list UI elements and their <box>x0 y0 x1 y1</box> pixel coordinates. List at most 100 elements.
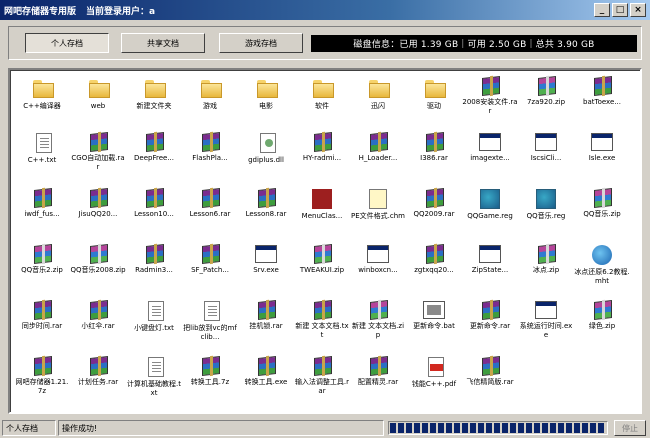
minimize-button[interactable]: _ <box>594 3 610 17</box>
file-item[interactable]: Lesson6.rar <box>182 187 238 243</box>
file-item[interactable]: 新建文件夹 <box>126 75 182 131</box>
file-item[interactable]: 新建 文本文档.zip <box>350 299 406 355</box>
file-item[interactable]: 冰点.zip <box>518 243 574 299</box>
file-item[interactable]: 驱动 <box>406 75 462 131</box>
file-item[interactable]: SF_Patch... <box>182 243 238 299</box>
zip-icon <box>314 244 332 264</box>
file-item[interactable]: C++编译器 <box>14 75 70 131</box>
file-item[interactable]: 冰点还原6.2教程.mht <box>574 243 630 299</box>
file-item[interactable]: QQ音乐2008.zip <box>70 243 126 299</box>
title-bar[interactable]: 网吧存储器专用版 当前登录用户：a _ □ × <box>0 0 650 20</box>
file-item[interactable]: FlashPla... <box>182 131 238 187</box>
file-item[interactable]: 钱能C++.pdf <box>406 355 462 411</box>
file-item[interactable]: 软件 <box>294 75 350 131</box>
file-item[interactable]: web <box>70 75 126 131</box>
login-label: 当前登录用户：a <box>86 6 156 17</box>
file-item[interactable]: Lesson8.rar <box>238 187 294 243</box>
file-item[interactable]: C++.txt <box>14 131 70 187</box>
file-name: QQ音乐2.zip <box>21 266 63 274</box>
file-item[interactable]: 挂机锁.rar <box>238 299 294 355</box>
file-item[interactable]: QQ音乐.zip <box>574 187 630 243</box>
progress-bar <box>388 421 608 435</box>
file-item[interactable]: QQ音乐2.zip <box>14 243 70 299</box>
file-name: 计算机基础教程.txt <box>127 380 181 397</box>
file-item[interactable]: QQ音乐.reg <box>518 187 574 243</box>
window-controls: _ □ × <box>594 3 646 17</box>
file-item[interactable]: 游戏 <box>182 75 238 131</box>
file-item[interactable]: 飞信精简版.rar <box>462 355 518 411</box>
file-item[interactable]: 输入法调整工具.rar <box>294 355 350 411</box>
file-name: FlashPla... <box>192 154 228 162</box>
file-item[interactable]: H_Loader... <box>350 131 406 187</box>
stop-button[interactable]: 停止 <box>614 420 646 436</box>
rar-icon <box>258 356 276 376</box>
file-list[interactable]: C++编译器 web 新建文件夹 游戏 电影 软件 迅闪 驱动 2008安装文件.rar 7za9… <box>8 68 642 414</box>
file-item[interactable]: ZipState... <box>462 243 518 299</box>
file-name: QQ音乐2008.zip <box>70 266 126 274</box>
file-item[interactable]: winboxcn... <box>350 243 406 299</box>
file-item[interactable]: 迅闪 <box>350 75 406 131</box>
folder-icon <box>87 77 110 99</box>
file-item[interactable]: 转换工具.exe <box>238 355 294 411</box>
file-name: imagexte... <box>470 154 510 162</box>
file-item[interactable]: 转换工具.7z <box>182 355 238 411</box>
file-item[interactable]: Radmin3... <box>126 243 182 299</box>
file-item[interactable]: CGO自动加载.rar <box>70 131 126 187</box>
progress-segment <box>518 423 524 433</box>
tab-shared[interactable]: 共享文档 <box>121 33 205 53</box>
txt-icon <box>147 301 164 321</box>
file-item[interactable]: 更新命令.rar <box>462 299 518 355</box>
file-item[interactable]: 新建 文本文档.txt <box>294 299 350 355</box>
file-item[interactable]: 电影 <box>238 75 294 131</box>
file-name: 转换工具.7z <box>190 378 230 386</box>
file-item[interactable]: batToexe... <box>574 75 630 131</box>
tab-game-saves[interactable]: 游戏存档 <box>219 33 303 53</box>
file-name: 同步时间.rar <box>21 322 63 330</box>
file-name: 系统运行时间.exe <box>519 322 573 339</box>
txt-icon <box>35 133 52 153</box>
file-item[interactable]: 系统运行时间.exe <box>518 299 574 355</box>
file-item[interactable]: Isle.exe <box>574 131 630 187</box>
file-name: 电影 <box>259 102 273 110</box>
rar-icon <box>202 356 220 376</box>
zip-icon <box>594 188 612 208</box>
maximize-button[interactable]: □ <box>612 3 628 17</box>
rar-icon <box>202 188 220 208</box>
file-name: IscsiCli... <box>530 154 562 162</box>
file-item[interactable]: IscsiCli... <box>518 131 574 187</box>
file-item[interactable]: MenuClas... <box>294 187 350 243</box>
file-item[interactable]: 计划任务.rar <box>70 355 126 411</box>
file-item[interactable]: Srv.exe <box>238 243 294 299</box>
file-item[interactable]: JisuQQ20... <box>70 187 126 243</box>
file-item[interactable]: 2008安装文件.rar <box>462 75 518 131</box>
file-item[interactable]: 把lib放到vc的mfclib... <box>182 299 238 355</box>
tab-personal[interactable]: 个人存档 <box>25 33 109 53</box>
file-item[interactable]: zgtxqq20... <box>406 243 462 299</box>
file-item[interactable]: 更新命令.bat <box>406 299 462 355</box>
file-item[interactable]: imagexte... <box>462 131 518 187</box>
progress-segment <box>406 423 412 433</box>
file-item[interactable]: Lesson10... <box>126 187 182 243</box>
file-item[interactable]: iwdf_fus... <box>14 187 70 243</box>
file-item[interactable]: 小键盘灯.txt <box>126 299 182 355</box>
file-item[interactable]: QQ2009.rar <box>406 187 462 243</box>
file-item[interactable]: HY-radmi... <box>294 131 350 187</box>
close-button[interactable]: × <box>630 3 646 17</box>
file-item[interactable]: 网吧存储器1.21.7z <box>14 355 70 411</box>
file-item[interactable]: gdiplus.dll <box>238 131 294 187</box>
file-item[interactable]: I386.rar <box>406 131 462 187</box>
file-item[interactable]: DeepFree... <box>126 131 182 187</box>
file-item[interactable]: QQGame.reg <box>462 187 518 243</box>
file-item[interactable]: 小红伞.rar <box>70 299 126 355</box>
file-item[interactable]: PE文件格式.chm <box>350 187 406 243</box>
rar-icon <box>90 300 108 320</box>
file-item[interactable]: 计算机基础教程.txt <box>126 355 182 411</box>
file-item[interactable]: 配置精灵.rar <box>350 355 406 411</box>
file-item[interactable]: 绿色.zip <box>574 299 630 355</box>
file-item[interactable]: TWEAKUI.zip <box>294 243 350 299</box>
toolbar: 个人存档 共享文档 游戏存档 磁盘信息：已用 1.39 GB｜可用 2.50 G… <box>8 26 642 60</box>
file-item[interactable]: 7za920.zip <box>518 75 574 131</box>
file-item[interactable]: 同步时间.rar <box>14 299 70 355</box>
file-name: zgtxqq20... <box>414 266 454 274</box>
status-user: 个人存档 <box>2 420 56 436</box>
